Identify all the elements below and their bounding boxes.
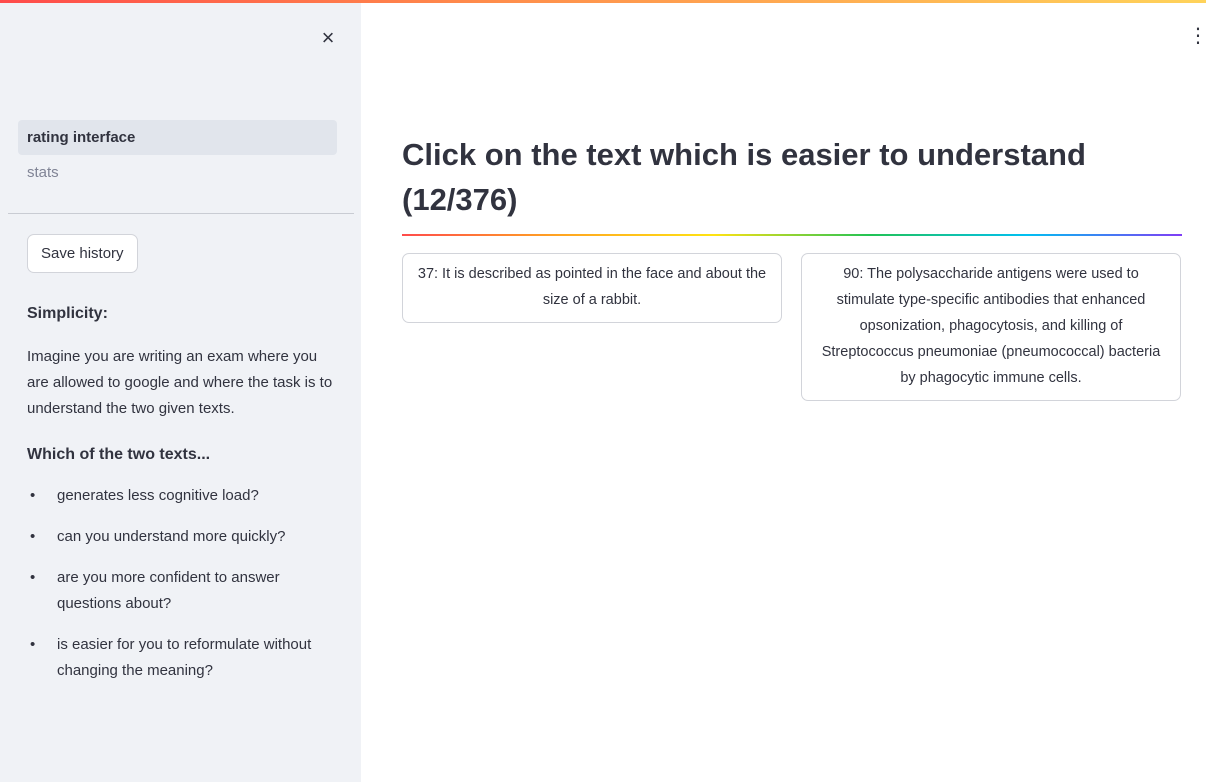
nav-item-rating-interface[interactable]: rating interface xyxy=(18,120,337,155)
list-item: • are you more confident to answer questi… xyxy=(27,565,337,617)
questions-heading: Which of the two texts... xyxy=(27,446,211,463)
bullet-icon: • xyxy=(30,487,36,504)
close-sidebar-icon[interactable]: × xyxy=(314,24,342,52)
question-text: is easier for you to reformulate without… xyxy=(57,636,312,679)
question-text: generates less cognitive load? xyxy=(57,487,259,504)
title-divider xyxy=(402,234,1182,236)
list-item: • is easier for you to reformulate withou… xyxy=(27,632,337,684)
list-item: • generates less cognitive load? xyxy=(27,483,337,509)
questions-list: • generates less cognitive load? • can you… xyxy=(27,483,337,684)
question-text: are you more confident to answer questio… xyxy=(57,569,280,612)
save-history-button[interactable]: Save history xyxy=(27,234,138,273)
instructions-panel: Simplicity: Imagine you are writing an e… xyxy=(27,302,337,699)
text-option-left[interactable]: 37: It is described as pointed in the fa… xyxy=(402,253,782,323)
text-option-right[interactable]: 90: The polysaccharide antigens were use… xyxy=(801,253,1181,401)
bullet-icon: • xyxy=(30,528,36,545)
top-decoration-bar xyxy=(0,0,1206,3)
nav-divider xyxy=(8,213,354,214)
simplicity-heading: Simplicity: xyxy=(27,305,108,322)
question-text: can you understand more quickly? xyxy=(57,528,286,545)
page-title: Click on the text which is easier to und… xyxy=(402,137,1086,217)
bullet-icon: • xyxy=(30,569,36,586)
text-options: 37: It is described as pointed in the fa… xyxy=(402,253,1182,443)
list-item: • can you understand more quickly? xyxy=(27,524,337,550)
bullet-icon: • xyxy=(30,636,36,653)
sidebar: × rating interface stats Save history Si… xyxy=(0,0,361,782)
sidebar-nav: rating interface stats xyxy=(18,120,337,190)
nav-item-stats[interactable]: stats xyxy=(18,155,337,190)
instructions-text: Imagine you are writing an exam where yo… xyxy=(27,348,333,417)
main-menu-icon[interactable]: ⋮ xyxy=(1188,24,1206,48)
main-content: Click on the text which is easier to und… xyxy=(402,132,1182,443)
